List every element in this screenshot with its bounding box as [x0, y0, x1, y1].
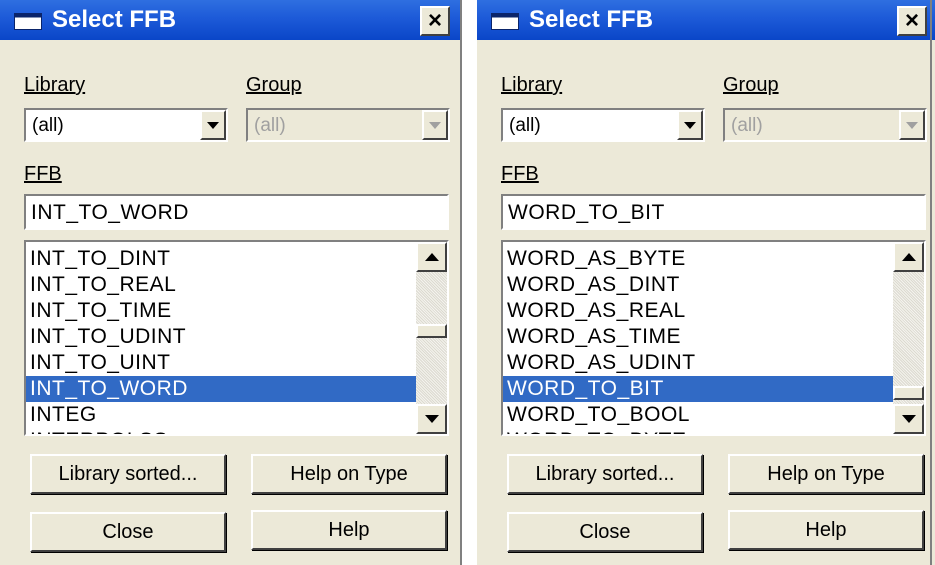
window-border: [460, 0, 462, 565]
close-button[interactable]: Close: [30, 512, 226, 552]
library-sorted-label: Library sorted...: [58, 462, 198, 485]
close-button[interactable]: Close: [507, 512, 703, 552]
ffb-input-value: INT_TO_WORD: [31, 201, 189, 224]
ffb-input[interactable]: WORD_TO_BIT: [501, 194, 926, 230]
ffb-input-value: WORD_TO_BIT: [508, 201, 665, 224]
close-label: Close: [102, 520, 154, 543]
list-item[interactable]: WORD_AS_DINT: [503, 272, 893, 298]
help-button[interactable]: Help: [728, 510, 924, 550]
ffb-label: FFB: [24, 163, 62, 185]
dropdown-arrow-icon: [422, 110, 448, 140]
dialog-title: Select FFB: [52, 6, 177, 33]
vertical-scrollbar[interactable]: [893, 242, 924, 434]
close-label: Close: [579, 520, 631, 543]
vertical-scrollbar[interactable]: [416, 242, 447, 434]
dropdown-arrow-icon[interactable]: [677, 110, 703, 140]
help-label: Help: [805, 518, 847, 541]
help-button[interactable]: Help: [251, 510, 447, 550]
list-item[interactable]: INTEG: [26, 402, 416, 428]
dropdown-arrow-icon: [899, 110, 925, 140]
library-select-value: (all): [509, 115, 541, 136]
select-ffb-dialog: Select FFB × Library Group (all) (all) F…: [0, 0, 460, 565]
title-bar[interactable]: Select FFB ×: [0, 0, 460, 40]
dropdown-arrow-icon[interactable]: [200, 110, 226, 140]
scroll-up-icon[interactable]: [416, 242, 447, 272]
scroll-up-icon[interactable]: [893, 242, 924, 272]
list-item[interactable]: WORD_AS_BYTE: [503, 246, 893, 272]
ffb-listbox[interactable]: INT_TO_DINT INT_TO_REAL INT_TO_TIME INT_…: [24, 240, 449, 436]
library-label: Library: [24, 74, 86, 96]
close-icon[interactable]: ×: [420, 6, 450, 36]
scroll-down-icon[interactable]: [893, 404, 924, 434]
list-item[interactable]: INTERPOLSS: [26, 428, 416, 434]
help-on-type-label: Help on Type: [290, 462, 408, 485]
scrollbar-thumb[interactable]: [416, 324, 447, 338]
ffb-input[interactable]: INT_TO_WORD: [24, 194, 449, 230]
list-item[interactable]: INT_TO_UDINT: [26, 324, 416, 350]
window-border: [930, 0, 932, 565]
close-icon[interactable]: ×: [897, 6, 927, 36]
list-item[interactable]: WORD_AS_REAL: [503, 298, 893, 324]
help-on-type-button[interactable]: Help on Type: [251, 454, 447, 494]
help-on-type-label: Help on Type: [767, 462, 885, 485]
list-item[interactable]: INT_TO_REAL: [26, 272, 416, 298]
scrollbar-thumb[interactable]: [893, 386, 924, 400]
library-select-value: (all): [32, 115, 64, 136]
list-item[interactable]: INT_TO_UINT: [26, 350, 416, 376]
library-select[interactable]: (all): [501, 108, 705, 142]
library-sorted-label: Library sorted...: [535, 462, 675, 485]
list-item[interactable]: WORD_TO_BOOL: [503, 402, 893, 428]
list-item[interactable]: WORD_AS_UDINT: [503, 350, 893, 376]
group-select-value: (all): [731, 115, 763, 136]
title-bar[interactable]: Select FFB ×: [477, 0, 935, 40]
group-label: Group: [246, 74, 302, 96]
list-item-selected[interactable]: INT_TO_WORD: [26, 376, 416, 402]
group-select-value: (all): [254, 115, 286, 136]
list-item-selected[interactable]: WORD_TO_BIT: [503, 376, 893, 402]
library-sorted-button[interactable]: Library sorted...: [30, 454, 226, 494]
ffb-listbox[interactable]: WORD_AS_BYTE WORD_AS_DINT WORD_AS_REAL W…: [501, 240, 926, 436]
library-label: Library: [501, 74, 563, 96]
library-select[interactable]: (all): [24, 108, 228, 142]
window-icon: [491, 13, 519, 30]
list-item[interactable]: WORD_AS_TIME: [503, 324, 893, 350]
group-label: Group: [723, 74, 779, 96]
window-icon: [14, 13, 42, 30]
help-label: Help: [328, 518, 370, 541]
ffb-label: FFB: [501, 163, 539, 185]
group-select: (all): [723, 108, 927, 142]
select-ffb-dialog: Select FFB × Library Group (all) (all) F…: [477, 0, 935, 565]
scroll-down-icon[interactable]: [416, 404, 447, 434]
group-select: (all): [246, 108, 450, 142]
library-sorted-button[interactable]: Library sorted...: [507, 454, 703, 494]
list-item[interactable]: WORD_TO_BYTE: [503, 428, 893, 434]
help-on-type-button[interactable]: Help on Type: [728, 454, 924, 494]
list-item[interactable]: INT_TO_DINT: [26, 246, 416, 272]
dialog-title: Select FFB: [529, 6, 654, 33]
list-item[interactable]: INT_TO_TIME: [26, 298, 416, 324]
